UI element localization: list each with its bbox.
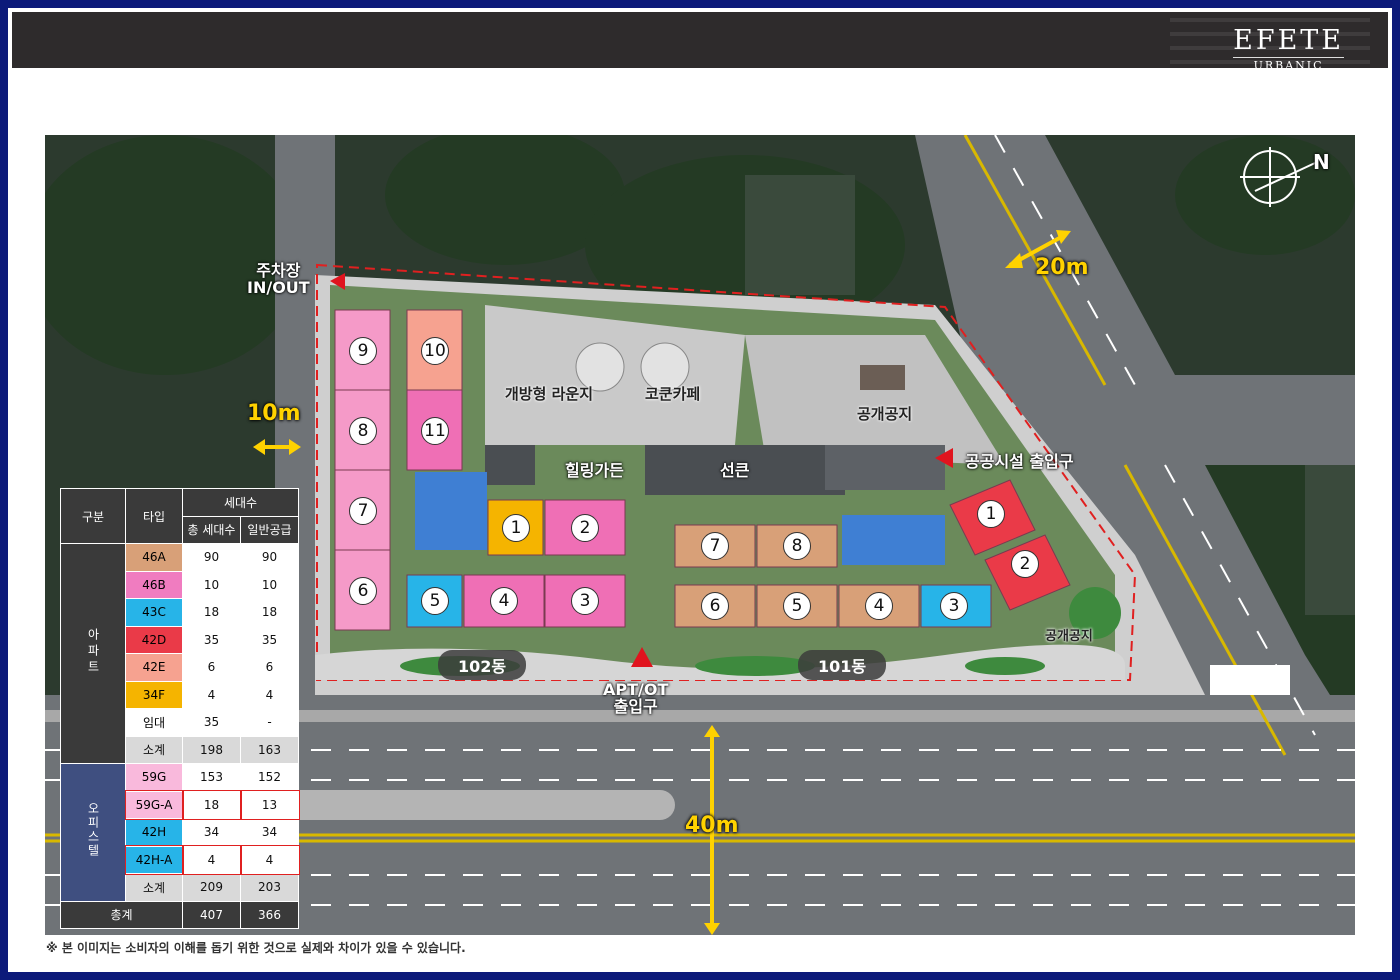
category-officetel: 오피스텔 [60, 763, 126, 902]
general-cell: 4 [239, 845, 300, 875]
building-number: 6 [701, 592, 729, 620]
brand-name: EFETE [1233, 25, 1344, 56]
total-cell: 18 [181, 790, 242, 820]
building-number: 7 [701, 532, 729, 560]
grand-total-general: 366 [240, 900, 299, 929]
solar-roof-101 [842, 515, 945, 565]
building-101-label: 101동 [798, 650, 887, 680]
road-width-10m: 10m [247, 401, 301, 426]
subtotal-general: 203 [240, 873, 299, 902]
type-cell: 46A [125, 543, 183, 572]
type-cell: 42H-A [124, 845, 184, 875]
total-cell: 35 [182, 708, 241, 737]
subtotal-general: 163 [240, 735, 299, 764]
header-category: 구분 [60, 488, 126, 544]
open-space-label: 공개공지 [1045, 629, 1093, 644]
building-number: 4 [865, 592, 893, 620]
type-cell: 46B [125, 570, 183, 599]
type-cell: 59G-A [124, 790, 184, 820]
building-number: 1 [502, 514, 530, 542]
total-cell: 90 [182, 543, 241, 572]
building-number: 6 [349, 577, 377, 605]
grand-total-label: 총계 [60, 900, 183, 929]
general-cell: 6 [240, 653, 299, 682]
type-cell: 43C [125, 598, 183, 627]
public-facility-entrance-label: 공공시설 출입구 [965, 452, 1074, 471]
type-cell: 34F [125, 680, 183, 709]
type-cell: 42H [125, 818, 183, 847]
total-cell: 153 [182, 763, 241, 792]
subtotal-total: 198 [182, 735, 241, 764]
cafe-label: 코쿤카페 [645, 385, 701, 403]
building-number: 2 [1011, 550, 1039, 578]
total-cell: 34 [182, 818, 241, 847]
header-stripe [1170, 18, 1370, 22]
building-number: 1 [977, 500, 1005, 528]
pavilion [860, 365, 905, 390]
total-cell: 18 [182, 598, 241, 627]
subtotal-label: 소계 [125, 873, 183, 902]
building-number: 5 [421, 587, 449, 615]
general-cell: 35 [240, 625, 299, 654]
building-102-label: 102동 [438, 650, 527, 680]
category-apartment: 아파트 [60, 543, 126, 764]
open-space-label: 공개공지 [857, 405, 913, 423]
category-apartment-label: 아파트 [86, 627, 100, 676]
healing-garden-label: 힐링가든 [565, 461, 624, 480]
parking-entrance-label: 주차장 IN/OUT [247, 261, 310, 297]
header-type: 타입 [125, 488, 183, 544]
header-bar: EFETE URBANIC [12, 12, 1388, 72]
general-cell: - [240, 708, 299, 737]
apt-entrance-label: APT/OT 출입구 [603, 680, 669, 716]
disclaimer-note: ※ 본 이미지는 소비자의 이해를 돕기 위한 것으로 실제와 차이가 있을 수… [46, 941, 466, 955]
general-cell: 34 [240, 818, 299, 847]
north-label: N [1313, 150, 1330, 174]
solar-roof-102 [415, 472, 487, 550]
category-officetel-label: 오피스텔 [86, 802, 100, 859]
general-cell: 18 [240, 598, 299, 627]
general-cell: 90 [240, 543, 299, 572]
header-general-supply: 일반공급 [240, 515, 299, 544]
building-number: 3 [571, 587, 599, 615]
road-width-40m: 40m [685, 813, 739, 838]
lounge-label: 개방형 라운지 [505, 385, 594, 403]
general-cell: 10 [240, 570, 299, 599]
public-facility-roof [825, 445, 945, 490]
roof-block [485, 445, 535, 485]
general-cell: 152 [240, 763, 299, 792]
brand-subname: URBANIC [1233, 57, 1344, 72]
total-cell: 10 [182, 570, 241, 599]
sunken-label: 선큰 [720, 461, 750, 480]
building-number: 8 [783, 532, 811, 560]
road-width-20m: 20m [1035, 255, 1089, 280]
grand-total-total: 407 [182, 900, 241, 929]
building-number: 5 [783, 592, 811, 620]
total-cell: 35 [182, 625, 241, 654]
building-number: 3 [940, 592, 968, 620]
building-number: 7 [349, 497, 377, 525]
general-cell: 13 [239, 790, 300, 820]
total-cell: 6 [182, 653, 241, 682]
header-units: 세대수 [182, 488, 299, 517]
type-cell: 임대 [125, 708, 183, 737]
general-cell: 4 [240, 680, 299, 709]
type-cell: 59G [125, 763, 183, 792]
brand-logo: EFETE URBANIC [1233, 26, 1344, 72]
type-cell: 42D [125, 625, 183, 654]
subtotal-total: 209 [182, 873, 241, 902]
building-number: 2 [571, 514, 599, 542]
type-cell: 42E [125, 653, 183, 682]
total-cell: 4 [181, 845, 242, 875]
building-number: 8 [349, 417, 377, 445]
unit-count-table: 구분 타입 세대수 총 세대수 일반공급 아파트 46A 90 90 46B 1… [60, 488, 300, 929]
building-number: 9 [349, 337, 377, 365]
neighbor-roof [745, 175, 855, 295]
building-number: 10 [421, 337, 449, 365]
total-cell: 4 [182, 680, 241, 709]
header-total-units: 총 세대수 [182, 515, 241, 544]
building-number: 4 [490, 587, 518, 615]
building-number: 11 [421, 417, 449, 445]
subtotal-label: 소계 [125, 735, 183, 764]
